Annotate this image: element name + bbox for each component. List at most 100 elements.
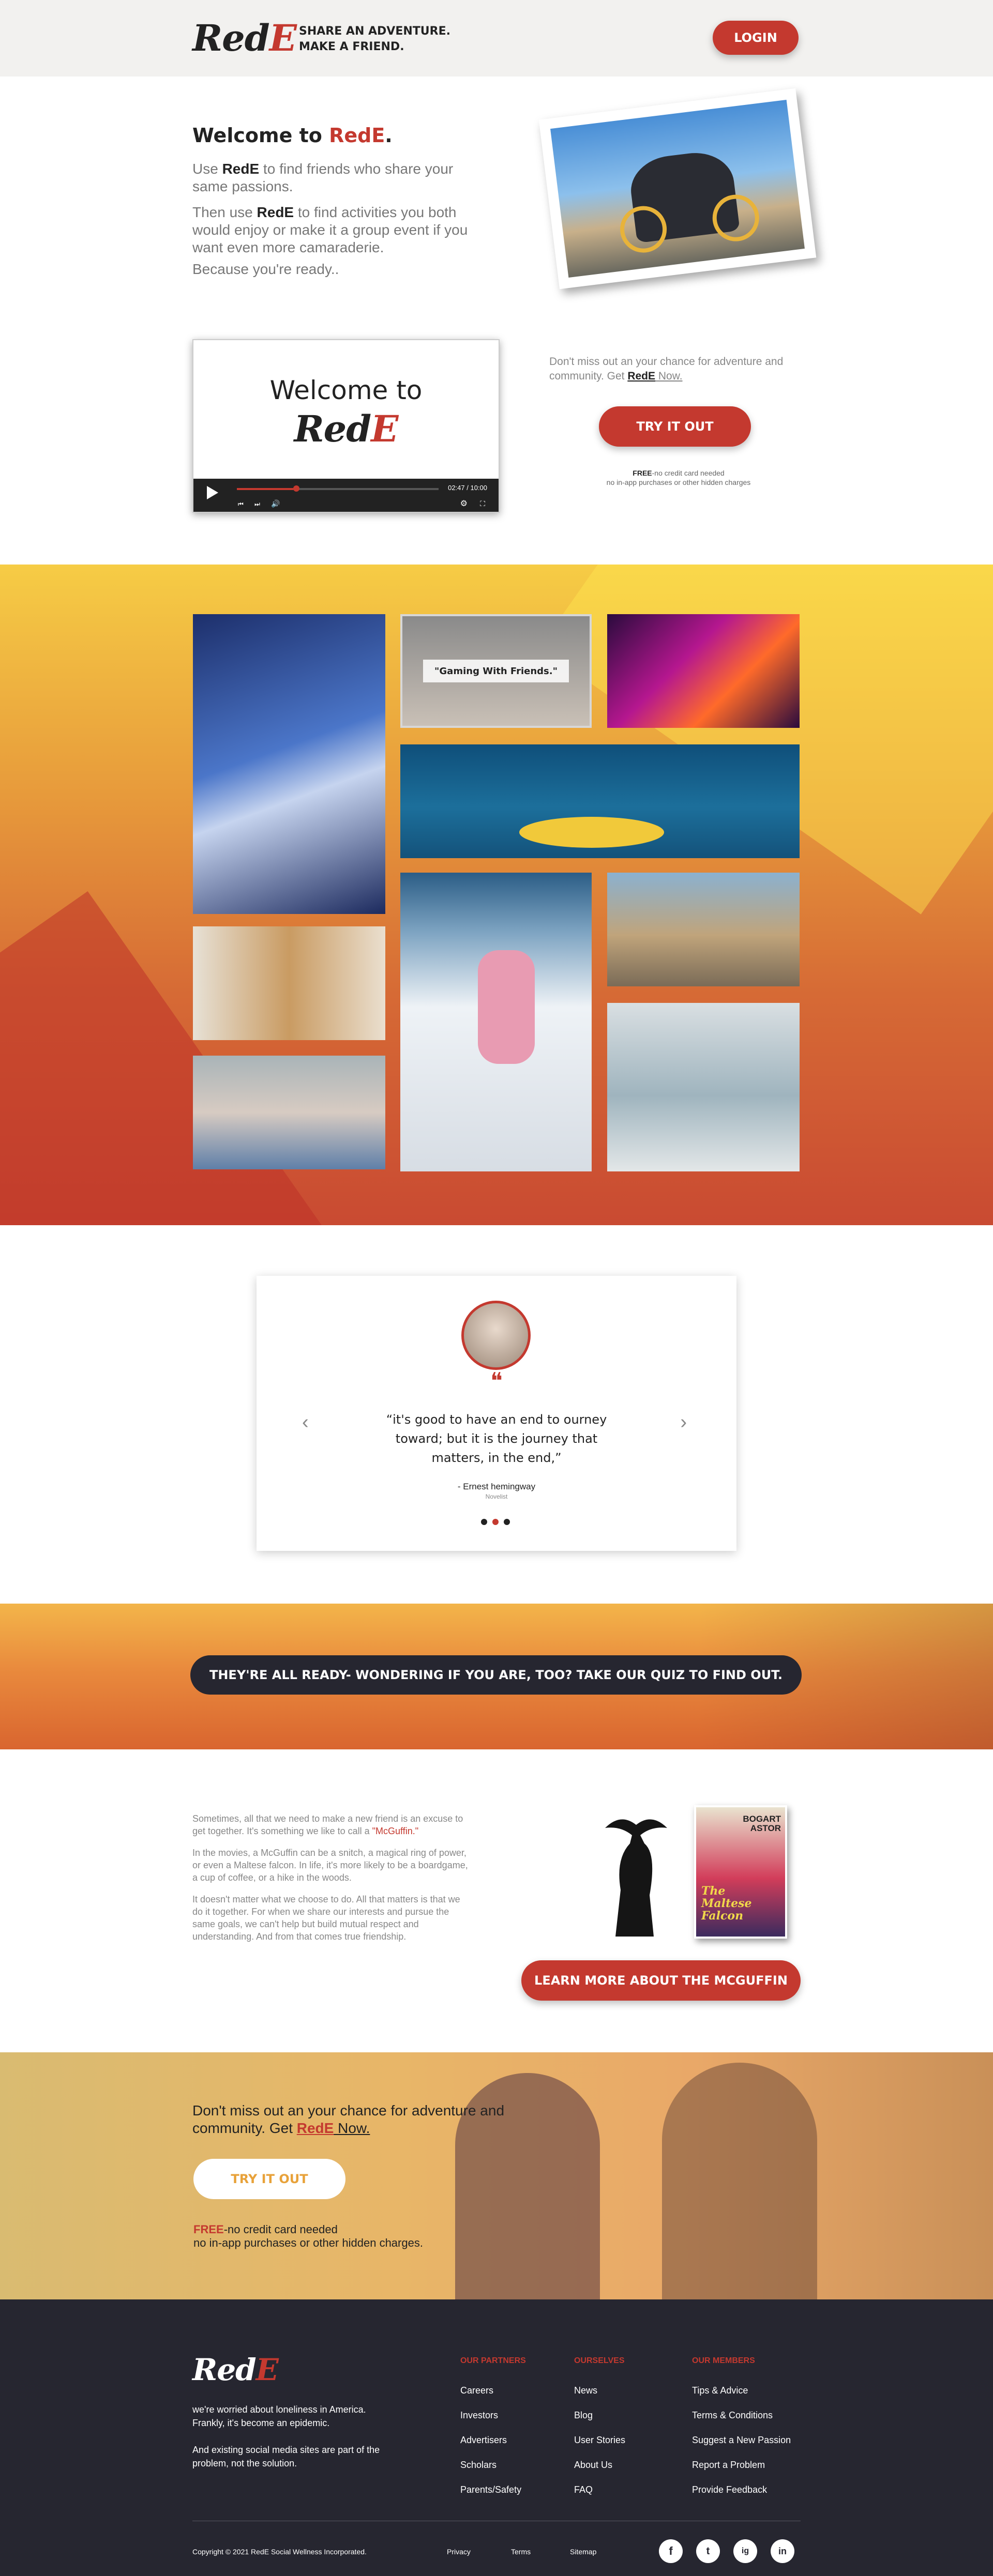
forward-icon[interactable]: ⏭ <box>254 500 260 508</box>
footer-about-2: And existing social media sites are part… <box>192 2445 380 2468</box>
cta2-brand-link[interactable]: RedE <box>297 2120 334 2136</box>
login-button[interactable]: LOGIN <box>713 21 799 55</box>
fullscreen-icon[interactable]: ⛶ <box>480 499 485 508</box>
cta2-free: FREE <box>193 2223 224 2236</box>
privacy-link[interactable]: Privacy <box>447 2548 471 2556</box>
welcome-para-1: Use RedE to find friends who share your … <box>192 160 482 195</box>
photo-kayaking <box>400 744 800 858</box>
footer-logo-main: Red <box>192 2352 257 2387</box>
cta2-now-link[interactable]: Now. <box>334 2120 370 2136</box>
testimonial-author: - Ernest hemingway <box>457 1482 536 1491</box>
photo-guitar-group <box>607 873 800 986</box>
footer-link[interactable]: Scholars <box>460 2452 526 2477</box>
photo-surfing <box>607 1003 800 1171</box>
tagline-line-2: MAKE A FRIEND. <box>299 40 404 53</box>
video-logo-e: E <box>371 407 398 450</box>
welcome-section: Welcome to RedE. Use RedE to find friend… <box>192 124 482 278</box>
rewind-icon[interactable]: ⏮ <box>238 500 244 508</box>
cta1-note-1: -no credit card needed <box>652 469 725 477</box>
footer-link[interactable]: Parents/Safety <box>460 2477 526 2502</box>
falcon-statue-image <box>600 1812 672 1937</box>
footer-link[interactable]: Terms & Conditions <box>692 2403 791 2428</box>
welcome-para-2: Then use RedE to find activities you bot… <box>192 204 482 256</box>
progress-fill <box>237 488 294 490</box>
poster-title-2: Maltese <box>701 1897 752 1910</box>
footer-link[interactable]: Careers <box>460 2378 526 2403</box>
progress-handle[interactable] <box>293 485 300 492</box>
quiz-banner-section: THEY'RE ALL READY- WONDERING IF YOU ARE,… <box>0 1604 993 1749</box>
title-prefix: Welcome to <box>192 124 329 147</box>
header-tagline: SHARE AN ADVENTURE. MAKE A FRIEND. <box>299 24 450 55</box>
header-logo[interactable]: RedE <box>192 17 297 59</box>
cta1-now-link[interactable]: Now. <box>655 370 683 382</box>
cta1-brand-link[interactable]: RedE <box>627 370 655 382</box>
cta2-text: Don't miss out an your chance for advent… <box>192 2102 513 2137</box>
footer-logo[interactable]: RedE <box>192 2352 279 2387</box>
woman-2-shape <box>662 2063 817 2299</box>
carousel-dot[interactable] <box>504 1519 510 1525</box>
poster-actor-2: ASTOR <box>750 1823 781 1833</box>
footer-link[interactable]: Report a Problem <box>692 2452 791 2477</box>
poster-actor-1: BOGART <box>743 1814 781 1824</box>
sitemap-link[interactable]: Sitemap <box>570 2548 596 2556</box>
cta2-note-2: no in-app purchases or other hidden char… <box>193 2236 423 2249</box>
mcguffin-section: Sometimes, all that we need to make a ne… <box>192 1812 470 1943</box>
footer-logo-e: E <box>255 2352 279 2387</box>
video-player[interactable]: Welcome to RedE 02:47 / 10:00 ⏮ ⏭ 🔊 ⚙ ⛶ <box>192 339 500 513</box>
linkedin-icon[interactable]: in <box>771 2539 794 2563</box>
avatar <box>461 1301 531 1370</box>
title-brand: RedE <box>329 124 385 147</box>
cta2-try-button[interactable]: TRY IT OUT <box>193 2159 345 2199</box>
try-it-out-button[interactable]: TRY IT OUT <box>599 406 751 447</box>
instagram-icon[interactable]: ig <box>733 2539 757 2563</box>
progress-track[interactable] <box>237 485 439 492</box>
footer-link[interactable]: Tips & Advice <box>692 2378 791 2403</box>
settings-gear-icon[interactable]: ⚙ <box>460 498 468 509</box>
footer-link[interactable]: Advertisers <box>460 2428 526 2452</box>
title-suffix: . <box>385 124 393 147</box>
footer-link[interactable]: Provide Feedback <box>692 2477 791 2502</box>
mcguffin-link[interactable]: "McGuffin." <box>372 1826 418 1836</box>
footer-link[interactable]: FAQ <box>574 2477 625 2502</box>
photo-gaming: "Gaming With Friends." <box>400 614 592 728</box>
gallery-section: "Gaming With Friends." <box>0 565 993 1225</box>
carousel-dot[interactable] <box>492 1519 499 1525</box>
cta2-note: FREE-no credit card needed no in-app pur… <box>193 2223 423 2250</box>
social-links: f t ig in <box>659 2539 794 2563</box>
poster-title: The Maltese Falcon <box>701 1885 752 1922</box>
photo-dancing <box>193 614 385 914</box>
logo-e: E <box>269 17 297 59</box>
mcguffin-para-3: It doesn't matter what we choose to do. … <box>192 1894 460 1942</box>
footer-col-title: OURSELVES <box>574 2356 625 2365</box>
video-controls: 02:47 / 10:00 ⏮ ⏭ 🔊 ⚙ ⛶ <box>193 479 499 512</box>
cta1-free: FREE <box>633 469 652 477</box>
facebook-icon[interactable]: f <box>659 2539 683 2563</box>
carousel-next-icon[interactable]: › <box>680 1411 687 1434</box>
quiz-button[interactable]: THEY'RE ALL READY- WONDERING IF YOU ARE,… <box>190 1655 802 1695</box>
photo-concert <box>607 614 800 728</box>
footer-link[interactable]: User Stories <box>574 2428 625 2452</box>
footer-link[interactable]: Blog <box>574 2403 625 2428</box>
carousel-dot[interactable] <box>481 1519 487 1525</box>
mcguffin-para-2: In the movies, a McGuffin can be a snitc… <box>192 1848 468 1883</box>
footer-link[interactable]: Investors <box>460 2403 526 2428</box>
play-icon[interactable] <box>207 486 218 499</box>
footer-col-ourselves: OURSELVES News Blog User Stories About U… <box>574 2356 625 2502</box>
testimonial-card: ❝ ‹ › “it's good to have an end to ourne… <box>257 1276 736 1551</box>
mcguffin-para-1: Sometimes, all that we need to make a ne… <box>192 1812 470 1837</box>
learn-mcguffin-button[interactable]: LEARN MORE ABOUT THE MCGUFFIN <box>521 1960 801 2001</box>
twitter-icon[interactable]: t <box>696 2539 720 2563</box>
footer-link-list: Tips & Advice Terms & Conditions Suggest… <box>692 2378 791 2502</box>
poster-title-3: Falcon <box>701 1909 744 1923</box>
footer-link[interactable]: Suggest a New Passion <box>692 2428 791 2452</box>
site-header: RedE SHARE AN ADVENTURE. MAKE A FRIEND. … <box>0 0 993 77</box>
cta-section-2: Don't miss out an your chance for advent… <box>0 2052 993 2299</box>
snowboarder-shape <box>478 950 535 1064</box>
footer-link-list: Careers Investors Advertisers Scholars P… <box>460 2378 526 2502</box>
carousel-prev-icon[interactable]: ‹ <box>302 1411 309 1434</box>
photo-seniors <box>193 1056 385 1169</box>
footer-link[interactable]: About Us <box>574 2452 625 2477</box>
footer-link[interactable]: News <box>574 2378 625 2403</box>
volume-icon[interactable]: 🔊 <box>271 499 280 508</box>
terms-link[interactable]: Terms <box>511 2548 531 2556</box>
